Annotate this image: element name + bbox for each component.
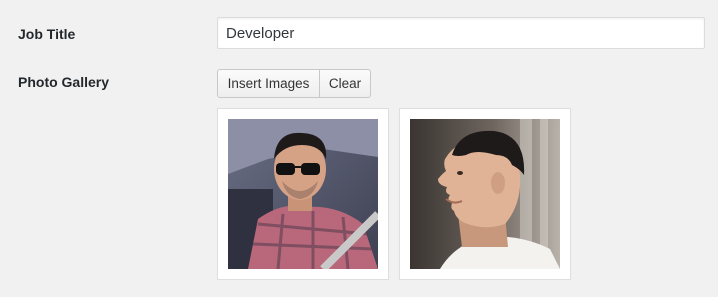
gallery-button-group: Insert Images Clear <box>217 69 371 98</box>
profile-portrait-photo <box>410 119 560 269</box>
gallery-thumbnail-1[interactable] <box>217 108 389 280</box>
clear-button[interactable]: Clear <box>320 69 371 98</box>
job-title-input[interactable] <box>217 17 705 49</box>
gallery-thumbnail-2[interactable] <box>399 108 571 280</box>
car-selfie-photo <box>228 119 378 269</box>
insert-images-button[interactable]: Insert Images <box>217 69 320 98</box>
photo-gallery-label: Photo Gallery <box>18 74 110 90</box>
job-title-label: Job Title <box>18 26 76 42</box>
